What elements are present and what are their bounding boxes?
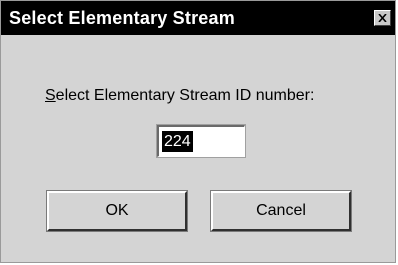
ok-button[interactable]: OK: [46, 190, 188, 232]
close-button[interactable]: [374, 10, 391, 26]
prompt-text: elect Elementary Stream ID number:: [55, 87, 315, 104]
cancel-button[interactable]: Cancel: [210, 190, 352, 232]
stream-id-input[interactable]: 224: [156, 124, 246, 158]
ok-button-label: OK: [105, 202, 129, 219]
select-elementary-stream-dialog: Select Elementary Stream Select Elementa…: [0, 0, 396, 263]
window-title: Select Elementary Stream: [9, 8, 235, 28]
stream-id-prompt-label: Select Elementary Stream ID number:: [45, 87, 314, 105]
close-icon: [378, 14, 387, 22]
cancel-button-label: Cancel: [256, 202, 306, 219]
title-bar[interactable]: Select Elementary Stream: [1, 1, 395, 35]
stream-id-value: 224: [162, 131, 193, 152]
prompt-mnemonic: S: [45, 87, 56, 104]
